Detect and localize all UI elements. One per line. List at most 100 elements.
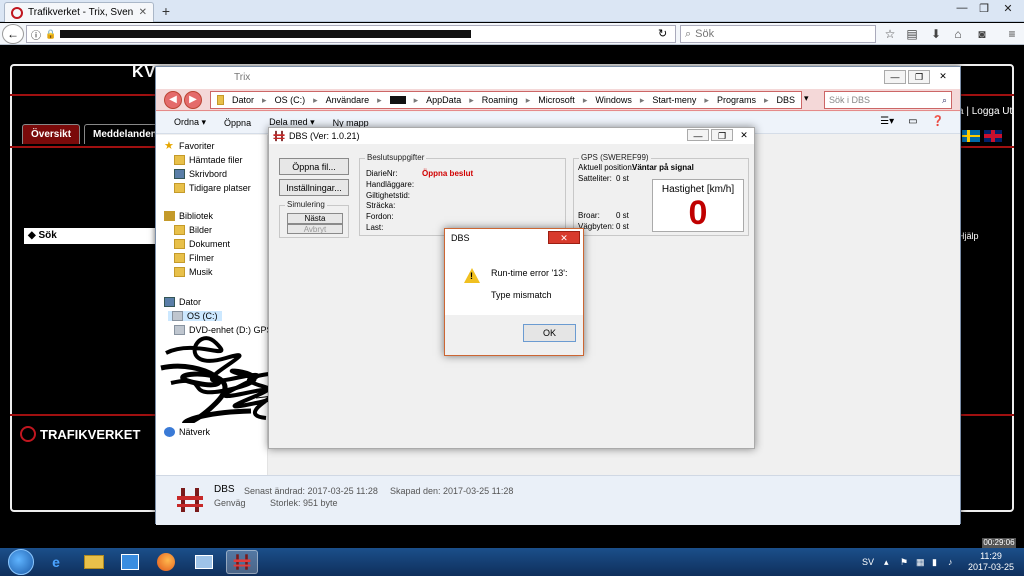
nav-desktop[interactable]: Skrivbord xyxy=(174,169,227,179)
reader-list-icon[interactable]: ▤ xyxy=(904,27,920,41)
library-icon xyxy=(164,211,175,221)
view-options-icon[interactable]: ☰▾ xyxy=(880,116,894,127)
explorer-search-input[interactable]: Sök i DBS ⌕ xyxy=(824,91,952,109)
nav-recent[interactable]: Tidigare platser xyxy=(174,183,251,193)
open-button[interactable]: Öppna xyxy=(224,118,251,128)
path-segment[interactable]: DBS xyxy=(776,95,795,105)
internet-explorer-icon[interactable]: e xyxy=(40,550,72,574)
open-decision-link[interactable]: Öppna beslut xyxy=(422,169,473,178)
back-button[interactable]: ← xyxy=(2,24,24,44)
web-search-header[interactable]: ◆ Sök xyxy=(24,228,156,244)
network-icon xyxy=(164,427,175,437)
details-modified: Senast ändrad: 2017-03-25 11:28 xyxy=(244,486,378,496)
open-file-button[interactable]: Öppna fil... xyxy=(279,158,349,175)
bookmark-star-icon[interactable]: ☆ xyxy=(882,27,898,41)
settings-button[interactable]: Inställningar... xyxy=(279,179,349,196)
media-player-icon[interactable] xyxy=(114,550,146,574)
explorer-back-button[interactable]: ◀ xyxy=(164,91,182,109)
tab-overview[interactable]: Översikt xyxy=(22,124,81,144)
info-icon[interactable]: ⓘ xyxy=(31,27,41,42)
trafikverket-favicon-icon xyxy=(11,6,23,19)
menu-icon[interactable]: ≡ xyxy=(1004,27,1020,41)
dbs-maximize-icon[interactable]: ❐ xyxy=(711,129,733,141)
logout-link[interactable]: a | Logga Ut xyxy=(958,106,1012,117)
volume-icon[interactable]: ♪ xyxy=(948,557,953,567)
dbs-minimize-icon[interactable]: — xyxy=(687,129,709,141)
url-bar[interactable]: ⓘ 🔒 xyxy=(26,25,676,43)
explorer-title: Trix xyxy=(234,72,251,83)
reload-icon[interactable]: ↻ xyxy=(658,27,667,40)
firefox-icon[interactable] xyxy=(150,550,182,574)
path-segment[interactable]: Roaming xyxy=(482,95,518,105)
minimize-icon[interactable]: — xyxy=(954,2,970,14)
ok-button[interactable]: OK xyxy=(523,324,576,342)
help-icon[interactable]: ❓ xyxy=(932,116,944,127)
path-segment[interactable]: Start-meny xyxy=(652,95,696,105)
remote-desktop-icon[interactable] xyxy=(188,550,220,574)
new-tab-button[interactable]: + xyxy=(158,3,174,19)
new-folder-button[interactable]: Ny mapp xyxy=(333,118,369,128)
nav-label: Nätverk xyxy=(179,427,211,437)
gps-legend: GPS (SWEREF99) xyxy=(579,153,651,162)
dbs-close-icon[interactable]: ✕ xyxy=(733,129,755,141)
explorer-minimize-icon[interactable]: — xyxy=(884,70,906,84)
cancel-button[interactable]: Avbryt xyxy=(287,224,343,234)
next-button[interactable]: Nästa xyxy=(287,213,343,224)
nav-pictures[interactable]: Bilder xyxy=(174,225,212,235)
nav-libraries[interactable]: Bibliotek xyxy=(164,211,213,221)
dbs-taskbar-icon[interactable] xyxy=(226,550,258,574)
language-indicator[interactable]: SV xyxy=(862,557,874,567)
nav-label: Bibliotek xyxy=(179,211,214,221)
decision-legend: Beslutsuppgifter xyxy=(365,153,427,162)
path-segment[interactable]: Programs xyxy=(717,95,756,105)
nav-computer[interactable]: Dator xyxy=(164,297,201,307)
nav-favorites[interactable]: ★ Favoriter xyxy=(164,141,215,152)
nav-os-drive[interactable]: OS (C:) xyxy=(168,311,222,321)
help-link[interactable]: Hjälp xyxy=(958,231,979,241)
organize-button[interactable]: Ordna ▾ xyxy=(174,117,206,128)
swedish-flag-icon[interactable] xyxy=(962,130,980,142)
browser-tab-bar: Trafikverket - Trix, Sven Jin... ✕ + — ❐… xyxy=(0,0,1024,22)
path-segment[interactable]: Microsoft xyxy=(538,95,575,105)
dbs-title: DBS (Ver: 1.0.21) xyxy=(289,131,360,141)
close-tab-icon[interactable]: ✕ xyxy=(139,7,147,18)
error-dialog-title: DBS xyxy=(451,233,470,243)
start-button[interactable] xyxy=(8,549,34,575)
action-center-icon[interactable]: ⚑ xyxy=(900,557,908,568)
browser-tab[interactable]: Trafikverket - Trix, Sven Jin... ✕ xyxy=(4,2,154,22)
nav-downloads[interactable]: Hämtade filer xyxy=(174,155,243,165)
explorer-titlebar: Trix — ❐ ✕ xyxy=(156,67,960,89)
restore-icon[interactable]: ❐ xyxy=(976,2,992,15)
nav-label: Favoriter xyxy=(179,141,215,151)
tray-expand-icon[interactable]: ▴ xyxy=(884,557,889,568)
network-tray-icon[interactable]: ▦ xyxy=(916,557,925,568)
path-segment[interactable]: Användare xyxy=(326,95,370,105)
nav-music[interactable]: Musik xyxy=(174,267,213,277)
explorer-close-icon[interactable]: ✕ xyxy=(932,70,954,84)
explorer-maximize-icon[interactable]: ❐ xyxy=(908,70,930,84)
battery-icon[interactable]: ▮ xyxy=(932,557,937,568)
path-segment[interactable]: Windows xyxy=(595,95,632,105)
path-segment[interactable]: AppData xyxy=(426,95,461,105)
vehicle-label: Fordon: xyxy=(366,212,394,221)
path-segment[interactable]: Dator xyxy=(232,95,254,105)
tab-messages[interactable]: Meddelanden xyxy=(84,124,166,144)
home-icon[interactable]: ⌂ xyxy=(950,27,966,41)
file-explorer-icon[interactable] xyxy=(78,550,110,574)
nav-network[interactable]: Nätverk xyxy=(164,427,210,437)
browser-search-input[interactable]: ⌕ Sök xyxy=(680,25,876,43)
download-icon[interactable]: ⬇ xyxy=(928,27,944,41)
nav-documents[interactable]: Dokument xyxy=(174,239,230,249)
close-window-icon[interactable]: ✕ xyxy=(1000,2,1016,15)
pocket-icon[interactable]: ◙ xyxy=(974,27,990,41)
explorer-details-pane: DBS Genväg Senast ändrad: 2017-03-25 11:… xyxy=(156,475,960,525)
uk-flag-icon[interactable] xyxy=(984,130,1002,142)
preview-pane-icon[interactable]: ▭ xyxy=(908,116,917,127)
clock[interactable]: 11:29 2017-03-25 xyxy=(966,551,1016,573)
explorer-path-bar[interactable]: Dator ▸ OS (C:) ▸ Användare ▸ ▸ AppData ▸ Ro… xyxy=(210,91,802,109)
nav-videos[interactable]: Filmer xyxy=(174,253,214,263)
explorer-forward-button[interactable]: ▶ xyxy=(184,91,202,109)
error-close-icon[interactable]: ✕ xyxy=(548,231,580,244)
path-history-icon[interactable]: ▾ xyxy=(804,93,809,104)
path-segment[interactable]: OS (C:) xyxy=(275,95,306,105)
